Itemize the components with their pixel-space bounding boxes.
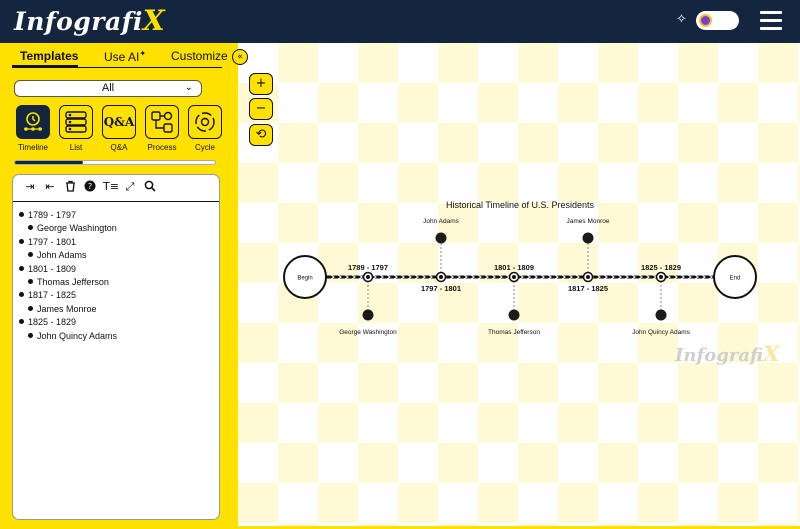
active-tab-indicator: [12, 65, 78, 67]
type-process-label: Process: [147, 143, 177, 152]
diagram-title: Historical Timeline of U.S. Presidents: [446, 200, 595, 210]
type-timeline-label: Timeline: [18, 143, 48, 152]
carousel-scroll-indicator[interactable]: [14, 160, 216, 165]
watermark-x: X: [763, 341, 780, 366]
watermark-text: Infografi: [675, 345, 764, 366]
outline-subitem[interactable]: George Washington: [19, 222, 117, 235]
event-leaf-dot: [582, 232, 594, 244]
event-leaf-dot: [655, 309, 667, 321]
chevron-down-icon: ⌄: [184, 82, 193, 93]
outline-item-text: 1797 - 1801: [28, 236, 77, 247]
logo-text: Infografi: [14, 7, 143, 36]
event-axis-node-center: [659, 275, 663, 279]
expand-icon[interactable]: ⤢: [123, 180, 137, 194]
tab-use-ai[interactable]: Use AI✦: [104, 49, 146, 64]
event-leaf-dot: [435, 232, 447, 244]
event-name-label: George Washington: [339, 329, 397, 336]
event-name-label: Thomas Jefferson: [488, 329, 540, 336]
outline-item-text: 1801 - 1809: [28, 263, 77, 274]
type-list[interactable]: List: [59, 105, 93, 152]
event-name-label: John Adams: [423, 218, 460, 225]
event-name-label: James Monroe: [567, 218, 610, 225]
canvas[interactable]: + − ⟲ Historical Timeline of U.S. Presid…: [238, 43, 800, 529]
timeline-diagram[interactable]: Historical Timeline of U.S. Presidents Be…: [238, 43, 800, 343]
watermark-logo: InfografiX: [675, 341, 779, 366]
event-period-label: 1817 - 1825: [568, 284, 608, 293]
event-axis-node-center: [586, 275, 590, 279]
app-logo[interactable]: InfografiX: [14, 4, 165, 37]
outline-subitem[interactable]: John Quincy Adams: [19, 330, 117, 343]
indent-icon[interactable]: ⇥: [23, 180, 37, 194]
outline-item-text: 1789 - 1797: [28, 210, 77, 220]
qa-icon: Q&A: [103, 115, 135, 129]
editor-toolbar: ⇥ ⇤ ? T≡ ⤢: [13, 175, 219, 202]
outline-subitem-text: John Quincy Adams: [37, 330, 118, 341]
type-list-label: List: [69, 143, 83, 152]
help-icon[interactable]: ?: [83, 180, 97, 194]
outline-item-text: 1817 - 1825: [28, 290, 77, 301]
ai-sparkle-icon: ✦: [139, 49, 147, 58]
svg-text:?: ?: [88, 182, 92, 191]
theme-toggle-group: ✧: [676, 11, 740, 31]
event-period-label: 1797 - 1801: [421, 284, 461, 293]
type-cycle[interactable]: Cycle: [188, 105, 222, 152]
template-type-carousel: Timeline List Q&A Q&A Process Cycle: [14, 105, 224, 155]
type-process[interactable]: Process: [145, 105, 179, 152]
sparkle-icon: ✧: [676, 12, 687, 27]
outline-subitem-text: James Monroe: [37, 303, 97, 314]
tab-use-ai-label: Use AI: [104, 50, 140, 64]
event-axis-node-center: [439, 275, 443, 279]
outline-subitem-text: George Washington: [37, 223, 117, 234]
toggle-knob: [699, 14, 712, 27]
carousel-scroll-fill: [15, 161, 83, 164]
outline-item[interactable]: 1825 - 1829: [19, 316, 117, 329]
end-label: End: [730, 276, 741, 282]
tab-customize[interactable]: Customize: [171, 49, 228, 63]
outline-subitem[interactable]: James Monroe: [19, 303, 117, 316]
event-period-label: 1789 - 1797: [348, 263, 388, 272]
left-panel: Templates Use AI✦ Customize « All ⌄ Time…: [0, 43, 248, 529]
event-period-label: 1801 - 1809: [494, 263, 534, 272]
trash-icon[interactable]: [63, 180, 77, 194]
outline-item-text: 1825 - 1829: [28, 317, 77, 328]
logo-x: X: [142, 4, 166, 37]
text-format-icon[interactable]: T≡: [103, 180, 119, 194]
outline-editor: ⇥ ⇤ ? T≡ ⤢ 1789 - 1797 George Washington 1…: [12, 174, 220, 520]
event-name-label: John Quincy Adams: [632, 329, 691, 336]
outline-item[interactable]: 1817 - 1825: [19, 289, 117, 302]
search-icon[interactable]: [143, 180, 157, 194]
outline-subitem-text: Thomas Jefferson: [37, 276, 109, 287]
category-select[interactable]: All ⌄: [14, 80, 202, 97]
menu-icon[interactable]: [760, 11, 782, 31]
cycle-icon: [195, 112, 215, 132]
tabs-divider: [12, 67, 222, 68]
outline-subitem[interactable]: John Adams: [19, 249, 117, 262]
outline-item[interactable]: 1789 - 1797: [19, 209, 117, 222]
type-qa[interactable]: Q&A Q&A: [102, 105, 136, 152]
collapse-panel-button[interactable]: «: [232, 49, 248, 65]
event-period-label: 1825 - 1829: [641, 263, 681, 272]
outline-item[interactable]: 1797 - 1801: [19, 236, 117, 249]
theme-toggle[interactable]: [696, 11, 739, 30]
outline-subitem-text: John Adams: [37, 250, 87, 261]
outline-subitem[interactable]: Thomas Jefferson: [19, 276, 117, 289]
outline-list: 1789 - 1797 George Washington 1797 - 1801 J…: [19, 209, 117, 343]
type-cycle-label: Cycle: [194, 143, 215, 152]
type-timeline[interactable]: Timeline: [16, 105, 50, 152]
outline-item[interactable]: 1801 - 1809: [19, 263, 117, 276]
list-icon: [65, 111, 87, 133]
event-leaf-dot: [362, 309, 374, 321]
clock-timeline-icon: [24, 112, 42, 131]
category-select-value: All: [101, 82, 115, 94]
process-icon: [151, 111, 173, 133]
event-axis-node-center: [366, 275, 370, 279]
tab-templates[interactable]: Templates: [20, 49, 78, 63]
top-bar: InfografiX ✧: [0, 0, 800, 43]
outdent-icon[interactable]: ⇤: [43, 180, 57, 194]
type-qa-label: Q&A: [110, 143, 128, 152]
event-axis-node-center: [512, 275, 516, 279]
begin-label: Begin: [297, 276, 312, 282]
panel-tabs: Templates Use AI✦ Customize: [0, 43, 238, 71]
event-leaf-dot: [508, 309, 520, 321]
